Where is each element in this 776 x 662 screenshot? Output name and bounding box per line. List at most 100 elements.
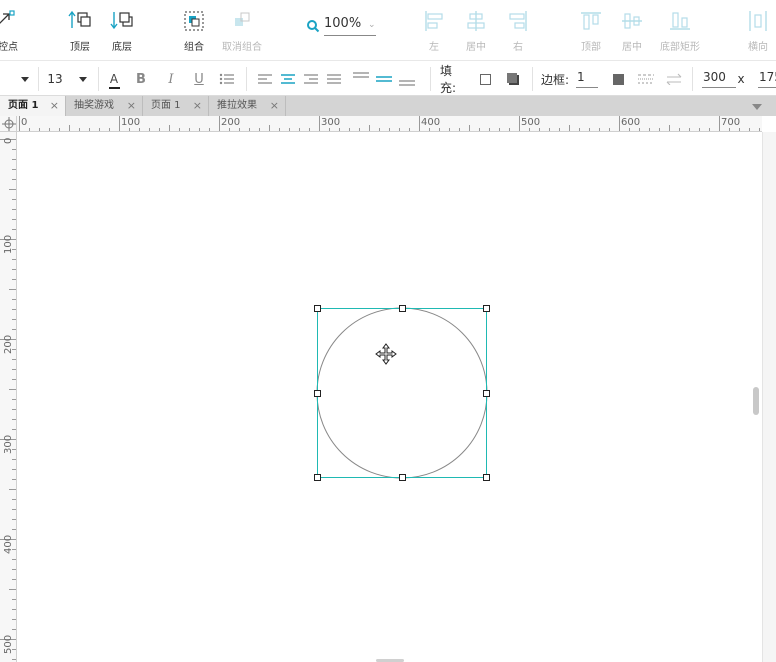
ungroup-icon: [235, 12, 250, 26]
chevron-down-icon: [79, 76, 87, 82]
align-middle-button[interactable]: 居中: [618, 0, 646, 60]
bring-to-top-label: 顶层: [70, 42, 90, 53]
text-color-button[interactable]: A: [104, 61, 124, 97]
bold-button[interactable]: B: [130, 61, 152, 97]
design-canvas[interactable]: [18, 133, 762, 662]
align-top-icon: [581, 12, 601, 30]
ruler-label: 0: [3, 137, 14, 144]
height-input[interactable]: 175: [758, 70, 776, 88]
group-label: 组合: [184, 42, 204, 53]
valign-top-icon: [353, 72, 369, 78]
ruler-label: 0: [21, 117, 28, 128]
shadow-button[interactable]: [504, 61, 522, 97]
align-middle-label: 居中: [622, 42, 642, 53]
font-size-value[interactable]: 13: [46, 61, 64, 97]
close-icon[interactable]: ×: [127, 96, 136, 116]
vertical-scrollbar-thumb[interactable]: [753, 387, 759, 415]
distribute-horizontal-label: 横向: [748, 42, 768, 53]
control-points-label: 控点: [0, 42, 18, 53]
ruler-label: 300: [321, 117, 341, 128]
align-top-button[interactable]: 顶部: [576, 0, 606, 60]
distribute-horizontal-icon: [749, 11, 767, 31]
control-points-button[interactable]: 控点: [0, 0, 22, 60]
horizontal-ruler: 0 100 200 300 400 500 600 700: [17, 116, 762, 132]
align-center-icon: [467, 11, 485, 31]
text-align-left-icon: [258, 74, 272, 84]
ruler-label: 200: [221, 117, 241, 128]
dimension-separator: x: [737, 72, 745, 86]
align-right-button[interactable]: 右: [504, 0, 532, 60]
ungroup-button[interactable]: 取消组合: [220, 0, 264, 60]
tab-page-1[interactable]: 页面 1 ×: [0, 96, 66, 116]
format-bar: 13 A B I U 填充: 边框: 1 300 x 17: [0, 60, 776, 96]
border-color-button[interactable]: [609, 61, 627, 97]
valign-bottom-icon: [399, 80, 415, 86]
page-tab-bar: 页面 1 × 抽奖游戏 × 页面 1 × 推拉效果 ×: [0, 96, 776, 116]
border-width-input[interactable]: 1: [576, 70, 598, 88]
valign-top-button[interactable]: [350, 61, 372, 97]
ruler-corner[interactable]: [0, 116, 17, 132]
arrow-style-button[interactable]: [664, 61, 684, 97]
ruler-label: 500: [521, 117, 541, 128]
align-bottom-button[interactable]: 底部矩形: [656, 0, 704, 60]
list-button[interactable]: [216, 61, 238, 97]
text-align-left-button[interactable]: [254, 61, 276, 97]
ruler-label: 300: [3, 434, 14, 454]
align-left-button[interactable]: 左: [420, 0, 448, 60]
text-color-glyph: A: [109, 72, 119, 86]
text-justify-icon: [327, 74, 341, 84]
tab-label: 推拉效果: [217, 100, 257, 111]
distribute-horizontal-button[interactable]: 横向: [742, 0, 774, 60]
border-style-button[interactable]: [636, 61, 656, 97]
send-to-bottom-label: 底层: [112, 42, 132, 53]
tab-label: 页面 1: [8, 100, 39, 111]
fill-color-button[interactable]: [476, 61, 494, 97]
text-align-right-button[interactable]: [300, 61, 322, 97]
send-to-bottom-button[interactable]: 底层: [106, 0, 138, 60]
align-left-icon: [425, 11, 443, 31]
underline-button[interactable]: U: [188, 61, 210, 97]
bring-to-top-icon: [68, 10, 91, 28]
close-icon[interactable]: ×: [193, 96, 202, 116]
tab-list-dropdown-icon[interactable]: [752, 104, 762, 110]
arrow-style-icon: [666, 73, 682, 85]
chevron-down-icon: ⌄: [368, 20, 376, 30]
chevron-down-icon: [21, 76, 29, 82]
crosshair-icon: [2, 117, 16, 131]
border-color-swatch-icon: [612, 73, 624, 85]
valign-bottom-button[interactable]: [396, 61, 418, 97]
tab-push-pull-effect[interactable]: 推拉效果 ×: [209, 96, 286, 116]
zoom-select[interactable]: 100% ⌄: [304, 14, 376, 36]
ungroup-label: 取消组合: [222, 42, 262, 53]
tab-label: 页面 1: [151, 100, 181, 111]
font-size-dropdown[interactable]: [76, 61, 90, 97]
text-align-right-icon: [304, 74, 318, 84]
fill-swatch-icon: [479, 73, 491, 85]
align-bottom-icon: [670, 12, 690, 30]
send-to-bottom-icon: [110, 12, 133, 30]
font-family-dropdown[interactable]: [18, 61, 32, 97]
shadow-icon: [507, 73, 519, 85]
ruler-label: 400: [421, 117, 441, 128]
group-icon: [184, 11, 204, 31]
align-center-button[interactable]: 居中: [462, 0, 490, 60]
text-align-center-button[interactable]: [277, 61, 299, 97]
tab-page-1-copy[interactable]: 页面 1 ×: [143, 96, 209, 116]
ruler-label: 400: [3, 534, 14, 554]
close-icon[interactable]: ×: [270, 96, 279, 116]
width-input[interactable]: 300: [702, 70, 736, 88]
text-justify-button[interactable]: [323, 61, 345, 97]
zoom-icon: [307, 20, 320, 33]
list-icon: [219, 73, 234, 85]
valign-middle-button[interactable]: [373, 61, 395, 97]
align-center-label: 居中: [466, 42, 486, 53]
close-icon[interactable]: ×: [50, 96, 59, 116]
italic-button[interactable]: I: [160, 61, 182, 97]
bring-to-top-button[interactable]: 顶层: [64, 0, 96, 60]
tab-lottery-game[interactable]: 抽奖游戏 ×: [66, 96, 143, 116]
ruler-label: 100: [121, 117, 141, 128]
vertical-ruler: 0 100 200 300 400 500: [0, 132, 17, 662]
vertical-scroll-track[interactable]: [762, 132, 776, 662]
group-button[interactable]: 组合: [178, 0, 210, 60]
align-top-label: 顶部: [581, 42, 601, 53]
